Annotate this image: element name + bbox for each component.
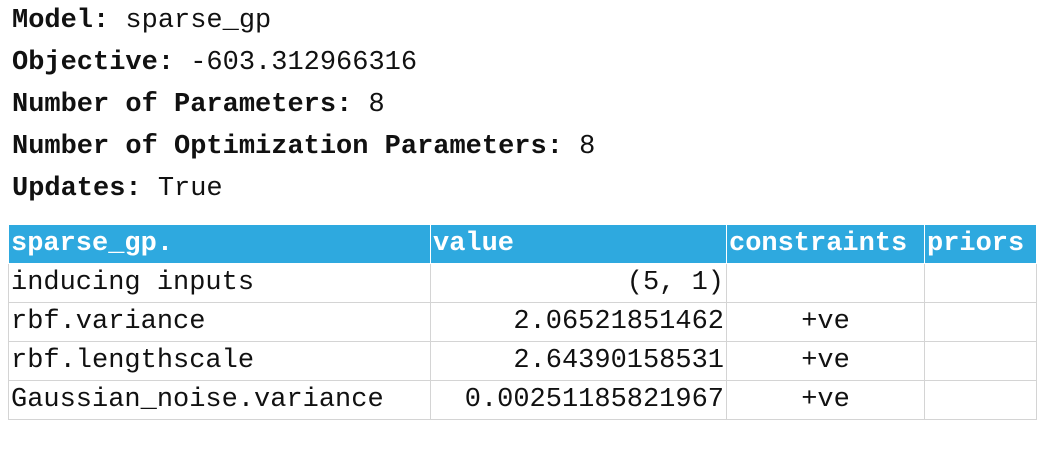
model-line: Model: sparse_gp [12, 0, 1052, 42]
objective-label: Objective [12, 48, 158, 78]
objective-line: Objective: -603.312966316 [12, 42, 1052, 84]
param-constraints: +ve [726, 380, 925, 420]
num-params-label: Number of Parameters [12, 90, 337, 120]
param-value: (5, 1) [430, 263, 727, 303]
table-row: inducing inputs (5, 1) [8, 263, 1037, 303]
header-constraints: constraints [726, 224, 925, 264]
table-row: rbf.variance 2.06521851462 +ve [8, 302, 1037, 342]
param-name: rbf.variance [8, 302, 431, 342]
table-header-row: sparse_gp. value constraints priors [8, 224, 1037, 264]
updates-line: Updates: True [12, 168, 1052, 210]
updates-colon: : [125, 174, 142, 204]
param-name: rbf.lengthscale [8, 341, 431, 381]
num-opt-params-label: Number of Optimization Parameters [12, 132, 547, 162]
param-value: 0.00251185821967 [430, 380, 727, 420]
header-name: sparse_gp. [8, 224, 431, 264]
param-name: inducing inputs [8, 263, 431, 303]
param-priors [924, 263, 1037, 303]
num-params-colon: : [336, 90, 353, 120]
param-constraints: +ve [726, 302, 925, 342]
header-priors: priors [924, 224, 1037, 264]
param-priors [924, 302, 1037, 342]
param-value: 2.06521851462 [430, 302, 727, 342]
header-value: value [430, 224, 727, 264]
objective-colon: : [157, 48, 175, 78]
num-opt-params-colon: : [546, 132, 563, 162]
table-row: Gaussian_noise.variance 0.00251185821967… [8, 380, 1037, 420]
param-priors [924, 341, 1037, 381]
updates-value: True [157, 174, 223, 204]
page: { "summary": { "model_label": "Model", "… [0, 0, 1064, 464]
model-label: Model [12, 6, 94, 36]
num-params-line: Number of Parameters: 8 [12, 84, 1052, 126]
param-constraints [726, 263, 925, 303]
param-name: Gaussian_noise.variance [8, 380, 431, 420]
updates-label: Updates [12, 174, 126, 204]
param-constraints: +ve [726, 341, 925, 381]
num-opt-params-line: Number of Optimization Parameters: 8 [12, 126, 1052, 168]
num-opt-params-value: 8 [579, 132, 596, 162]
num-params-value: 8 [368, 90, 385, 120]
table-row: rbf.lengthscale 2.64390158531 +ve [8, 341, 1037, 381]
param-priors [924, 380, 1037, 420]
param-value: 2.64390158531 [430, 341, 727, 381]
objective-value: -603.312966316 [190, 48, 418, 78]
model-colon: : [93, 6, 110, 36]
model-value: sparse_gp [125, 6, 272, 36]
parameters-table: sparse_gp. value constraints priors indu… [8, 224, 1037, 420]
model-summary: Model: sparse_gp Objective: -603.3129663… [12, 0, 1052, 210]
